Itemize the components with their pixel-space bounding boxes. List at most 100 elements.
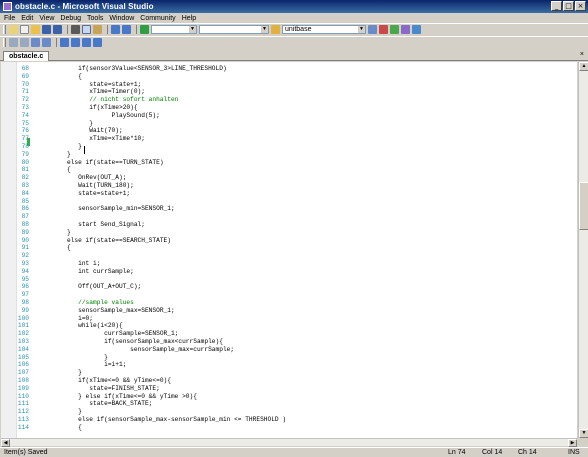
code-line[interactable]: 82 OnRev(OUT_A); — [1, 174, 577, 182]
paste-icon[interactable] — [93, 25, 102, 34]
scroll-right-icon[interactable]: ▶ — [568, 439, 577, 447]
code-line[interactable]: 91 { — [1, 244, 577, 252]
configuration-combo[interactable]: ▼ — [151, 25, 197, 34]
code-line[interactable]: 104 sensorSample_max=currSample; — [1, 346, 577, 354]
menu-view[interactable]: View — [39, 15, 54, 22]
horizontal-scrollbar[interactable]: ◀ ▶ — [1, 438, 577, 447]
toolbar-grip[interactable] — [3, 25, 6, 34]
code-line[interactable]: 112 } — [1, 408, 577, 416]
bookmark-icon[interactable] — [60, 38, 69, 47]
code-line[interactable]: 84 state=state+1; — [1, 190, 577, 198]
clear-bookmarks-icon[interactable] — [93, 38, 102, 47]
scroll-up-icon[interactable]: ▲ — [579, 62, 588, 71]
solution-explorer-icon[interactable] — [368, 25, 377, 34]
toolbar-grip-2[interactable] — [3, 38, 6, 47]
code-line[interactable]: 101 while(i<20){ — [1, 322, 577, 330]
outdent-icon[interactable] — [20, 38, 29, 47]
code-line[interactable]: 75 } — [1, 120, 577, 128]
code-editor[interactable]: 68 if(sensor3Value<SENSOR_3>LINE_THRESHO… — [1, 62, 577, 438]
code-line[interactable]: 79 } — [1, 151, 577, 159]
code-line[interactable]: 86 sensorSample_min=SENSOR_1; — [1, 205, 577, 213]
code-line[interactable]: 113 else if(sensorSample_max-sensorSampl… — [1, 416, 577, 424]
new-project-icon[interactable] — [9, 25, 18, 34]
code-line[interactable]: 106 i=i+1; — [1, 361, 577, 369]
code-line[interactable]: 93 int i; — [1, 260, 577, 268]
code-line[interactable]: 98 //sample values — [1, 299, 577, 307]
maximize-button[interactable]: □ — [563, 1, 574, 11]
undo-icon[interactable] — [111, 25, 120, 34]
code-line[interactable]: 102 currSample=SENSOR_1; — [1, 330, 577, 338]
comment-icon[interactable] — [31, 38, 40, 47]
scroll-left-icon[interactable]: ◀ — [1, 439, 10, 447]
code-line[interactable]: 99 sensorSample_max=SENSOR_1; — [1, 307, 577, 315]
open-file-icon[interactable] — [31, 25, 40, 34]
code-line[interactable]: 85 — [1, 198, 577, 206]
code-text: start Send_Signal; — [41, 221, 145, 228]
line-number: 79 — [21, 150, 29, 158]
scroll-down-icon[interactable]: ▼ — [579, 429, 588, 438]
cut-icon[interactable] — [71, 25, 80, 34]
code-line[interactable]: 69 { — [1, 73, 577, 81]
code-line[interactable]: 105 } — [1, 354, 577, 362]
redo-icon[interactable] — [122, 25, 131, 34]
code-line[interactable]: 103 if(sensorSample_max<currSample){ — [1, 338, 577, 346]
menu-tools[interactable]: Tools — [87, 15, 103, 22]
prev-bookmark-icon[interactable] — [71, 38, 80, 47]
uncomment-icon[interactable] — [42, 38, 51, 47]
code-line[interactable]: 71 xTime=Timer(0); — [1, 88, 577, 96]
close-button[interactable]: × — [575, 1, 586, 11]
save-icon[interactable] — [42, 25, 51, 34]
minimize-button[interactable]: _ — [551, 1, 562, 11]
find-combo[interactable]: unitbase ▼ — [282, 25, 366, 34]
code-line[interactable]: 77 xTime=xTime*10; — [1, 135, 577, 143]
code-line[interactable]: 114 { — [1, 424, 577, 432]
vertical-scrollbar[interactable]: ▲ ▼ — [578, 62, 588, 438]
code-line[interactable]: 76 Wait(70); — [1, 127, 577, 135]
code-line[interactable]: 92 — [1, 252, 577, 260]
menu-community[interactable]: Community — [140, 15, 175, 22]
close-document-icon[interactable]: × — [580, 51, 584, 58]
code-line[interactable]: 110 } else if(xTime<=0 && yTime >0){ — [1, 393, 577, 401]
save-all-icon[interactable] — [53, 25, 62, 34]
code-line[interactable]: 95 — [1, 276, 577, 284]
code-line[interactable]: 74 PlaySound(5); — [1, 112, 577, 120]
code-line[interactable]: 111 state=BACK_STATE; — [1, 400, 577, 408]
code-line[interactable]: 107 } — [1, 369, 577, 377]
code-line[interactable]: 73 if(xTime>20){ — [1, 104, 577, 112]
code-line[interactable]: 90 else if(state==SEARCH_STATE) — [1, 237, 577, 245]
code-line[interactable]: 109 state=FINISH_STATE; — [1, 385, 577, 393]
code-line[interactable]: 68 if(sensor3Value<SENSOR_3>LINE_THRESHO… — [1, 65, 577, 73]
menu-edit[interactable]: Edit — [21, 15, 33, 22]
tab-obstacle-c[interactable]: obstacle.c — [3, 51, 50, 61]
find-in-files-icon[interactable] — [271, 25, 280, 34]
copy-icon[interactable] — [82, 25, 91, 34]
code-line[interactable]: 87 — [1, 213, 577, 221]
toolbox-icon[interactable] — [390, 25, 399, 34]
indent-icon[interactable] — [9, 38, 18, 47]
code-line[interactable]: 80 else if(state==TURN_STATE) — [1, 159, 577, 167]
menu-window[interactable]: Window — [109, 15, 134, 22]
add-item-icon[interactable] — [20, 25, 29, 34]
code-line[interactable]: 97 — [1, 291, 577, 299]
vertical-scroll-thumb[interactable] — [579, 182, 588, 230]
code-line[interactable]: 78 } — [1, 143, 577, 151]
code-line[interactable]: 89 } — [1, 229, 577, 237]
code-line[interactable]: 72 // nicht sofort anhalten — [1, 96, 577, 104]
code-line[interactable]: 81 { — [1, 166, 577, 174]
code-line[interactable]: 88 start Send_Signal; — [1, 221, 577, 229]
code-line[interactable]: 94 int currSample; — [1, 268, 577, 276]
platform-combo[interactable]: ▼ — [199, 25, 269, 34]
properties-icon[interactable] — [379, 25, 388, 34]
code-line[interactable]: 108 if(xTime<=0 && yTime<=0){ — [1, 377, 577, 385]
code-line[interactable]: 96 Off(OUT_A+OUT_C); — [1, 283, 577, 291]
code-line[interactable]: 83 Wait(TURN_180); — [1, 182, 577, 190]
code-line[interactable]: 70 state=state+1; — [1, 81, 577, 89]
start-page-icon[interactable] — [412, 25, 421, 34]
next-bookmark-icon[interactable] — [82, 38, 91, 47]
menu-help[interactable]: Help — [182, 15, 196, 22]
code-line[interactable]: 100 i=0; — [1, 315, 577, 323]
start-debugging-icon[interactable] — [140, 25, 149, 34]
menu-debug[interactable]: Debug — [60, 15, 81, 22]
class-view-icon[interactable] — [401, 25, 410, 34]
menu-file[interactable]: File — [4, 15, 15, 22]
